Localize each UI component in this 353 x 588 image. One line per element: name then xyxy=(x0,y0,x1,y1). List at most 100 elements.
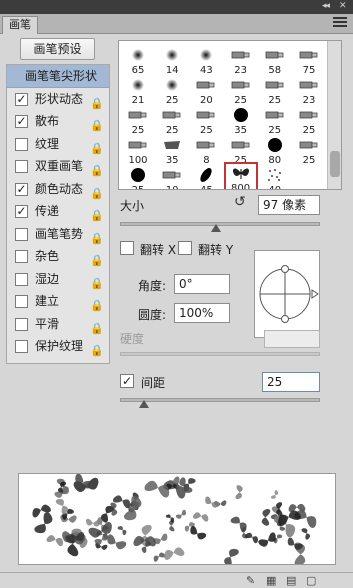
scroll-thumb[interactable] xyxy=(330,151,340,177)
toggle-live-tip-icon[interactable]: ✎ xyxy=(246,574,255,587)
close-icon[interactable]: ✕ xyxy=(339,1,346,11)
settings-checkbox[interactable] xyxy=(15,272,28,286)
brush-tip-cell[interactable]: 21 xyxy=(121,72,155,106)
brush-tip-cell[interactable]: 35 xyxy=(224,102,258,136)
settings-item[interactable]: 保护纹理 🔒 xyxy=(7,335,109,358)
panel-menu-icon[interactable] xyxy=(333,17,347,30)
brush-tip-cell[interactable]: 100 xyxy=(121,132,155,166)
settings-item-label: 建立 xyxy=(35,294,60,308)
brush-tip-cell[interactable]: 8 xyxy=(189,132,223,166)
brush-tip-icon xyxy=(195,47,217,63)
brush-tip-cell[interactable]: 14 xyxy=(155,42,189,76)
size-label: 大小 xyxy=(120,199,145,213)
settings-item[interactable]: 画笔笔势 🔒 xyxy=(7,223,109,246)
roundness-input[interactable]: 100% xyxy=(174,303,230,323)
panel-footer: ✎ ▦ ▤ ▢ xyxy=(0,572,353,588)
brush-presets-button[interactable]: 画笔预设 xyxy=(20,38,95,60)
settings-checkbox[interactable] xyxy=(15,160,28,173)
brush-tip-cell[interactable]: 25 xyxy=(224,132,258,166)
brush-tip-cell[interactable]: 25 xyxy=(292,132,326,166)
brush-grid-scrollbar[interactable] xyxy=(327,41,341,189)
settings-item[interactable]: 平滑 🔒 xyxy=(7,313,109,336)
settings-checkbox[interactable]: ✓ xyxy=(15,182,28,196)
lock-icon[interactable]: 🔒 xyxy=(90,340,104,362)
brush-tip-icon xyxy=(298,77,320,93)
hardness-label: 硬度 xyxy=(120,332,145,346)
brush-size-label: 800 xyxy=(231,183,251,190)
settings-item[interactable]: 建立 🔒 xyxy=(7,290,109,313)
settings-item[interactable]: ✓ 散布 🔒 xyxy=(7,110,109,133)
brush-tip-cell[interactable]: 25 xyxy=(224,72,258,106)
brush-stroke-preview xyxy=(18,473,336,565)
settings-checkbox[interactable] xyxy=(15,317,28,331)
collapse-icon[interactable]: ◂◂ xyxy=(322,1,330,11)
brush-tip-icon xyxy=(230,107,252,123)
flip-x-checkbox[interactable] xyxy=(120,241,134,255)
settings-item-label: 纹理 xyxy=(35,136,60,151)
settings-item[interactable]: ✓ 颜色动态 🔒 xyxy=(7,178,109,201)
brush-tip-cell[interactable]: 25 xyxy=(155,102,189,136)
brush-tip-icon xyxy=(264,77,286,93)
settings-checkbox[interactable] xyxy=(15,137,28,151)
spacing-slider[interactable] xyxy=(120,398,320,402)
spacing-slider-thumb[interactable] xyxy=(139,400,149,408)
settings-checkbox[interactable]: ✓ xyxy=(15,205,28,218)
settings-item-label: 湿边 xyxy=(35,271,60,286)
settings-checkbox[interactable] xyxy=(15,250,28,263)
brush-tip-cell[interactable]: 20 xyxy=(189,72,223,106)
angle-input[interactable]: 0° xyxy=(174,274,230,294)
brush-tip-icon xyxy=(264,107,286,123)
settings-checkbox[interactable]: ✓ xyxy=(15,92,28,106)
brush-tip-cell[interactable]: 25 xyxy=(121,162,155,189)
settings-checkbox[interactable]: ✓ xyxy=(15,115,28,128)
brush-tip-icon xyxy=(264,47,286,63)
settings-checkbox[interactable] xyxy=(15,295,28,308)
flip-x-label: 翻转 X xyxy=(140,243,177,257)
brush-tip-cell[interactable]: 25 xyxy=(155,72,189,106)
brush-tip-cell[interactable]: 25 xyxy=(189,102,223,136)
brush-tip-cell[interactable]: 45 xyxy=(189,162,223,189)
settings-item-label: 杂色 xyxy=(35,249,60,263)
brush-tip-cell[interactable]: 80 xyxy=(258,132,292,166)
brush-tip-cell[interactable]: 25 xyxy=(258,102,292,136)
brush-tip-cell[interactable]: 75 xyxy=(292,42,326,76)
brush-tip-cell[interactable]: 65 xyxy=(121,42,155,76)
settings-item[interactable]: ✓ 传递 🔒 xyxy=(7,200,109,223)
settings-item-label: 平滑 xyxy=(35,316,60,331)
spacing-checkbox[interactable]: ✓ xyxy=(120,374,134,388)
settings-item[interactable]: 湿边 🔒 xyxy=(7,268,109,291)
settings-item-brush-tip-shape[interactable]: 画笔笔尖形状 xyxy=(7,65,109,88)
spacing-input[interactable]: 25 xyxy=(262,372,320,392)
settings-item-label: 颜色动态 xyxy=(35,181,84,196)
flip-y-checkbox[interactable] xyxy=(178,241,192,255)
reset-size-icon[interactable]: ↺ xyxy=(234,194,246,210)
new-preset-icon[interactable]: ▤ xyxy=(286,574,296,587)
size-input[interactable]: 97 像素 xyxy=(258,195,320,215)
size-slider-thumb[interactable] xyxy=(211,224,221,232)
brush-size-label: 40 xyxy=(268,185,281,189)
settings-item[interactable]: 双重画笔 🔒 xyxy=(7,155,109,178)
brush-tip-cell[interactable]: 800 xyxy=(223,162,258,190)
tab-brush[interactable]: 画笔 xyxy=(2,16,38,34)
settings-item[interactable]: 纹理 🔒 xyxy=(7,133,109,156)
brush-tip-cell[interactable]: 40 xyxy=(258,162,292,189)
brush-tip-cell[interactable]: 10 xyxy=(155,162,189,189)
tab-bar: 画笔 xyxy=(0,14,353,34)
brush-tip-cell[interactable]: 25 xyxy=(258,72,292,106)
brush-grid-icon[interactable]: ▦ xyxy=(266,574,276,587)
settings-item[interactable]: 杂色 🔒 xyxy=(7,245,109,268)
brush-tip-cell[interactable]: 43 xyxy=(189,42,223,76)
flip-y-label: 翻转 Y xyxy=(198,243,234,257)
brush-tip-cell[interactable]: 58 xyxy=(258,42,292,76)
brush-tip-cell[interactable]: 23 xyxy=(292,72,326,106)
settings-checkbox[interactable] xyxy=(15,340,28,353)
brush-tip-cell[interactable]: 25 xyxy=(121,102,155,136)
angle-roundness-widget[interactable] xyxy=(254,250,320,338)
settings-item-label: 散布 xyxy=(35,114,60,128)
settings-checkbox[interactable] xyxy=(15,227,28,241)
brush-tip-cell[interactable]: 25 xyxy=(292,102,326,136)
brush-tip-cell[interactable]: 23 xyxy=(224,42,258,76)
brush-tip-cell[interactable]: 35 xyxy=(155,132,189,166)
create-new-icon[interactable]: ▢ xyxy=(306,574,316,587)
settings-item[interactable]: ✓ 形状动态 🔒 xyxy=(7,88,109,111)
